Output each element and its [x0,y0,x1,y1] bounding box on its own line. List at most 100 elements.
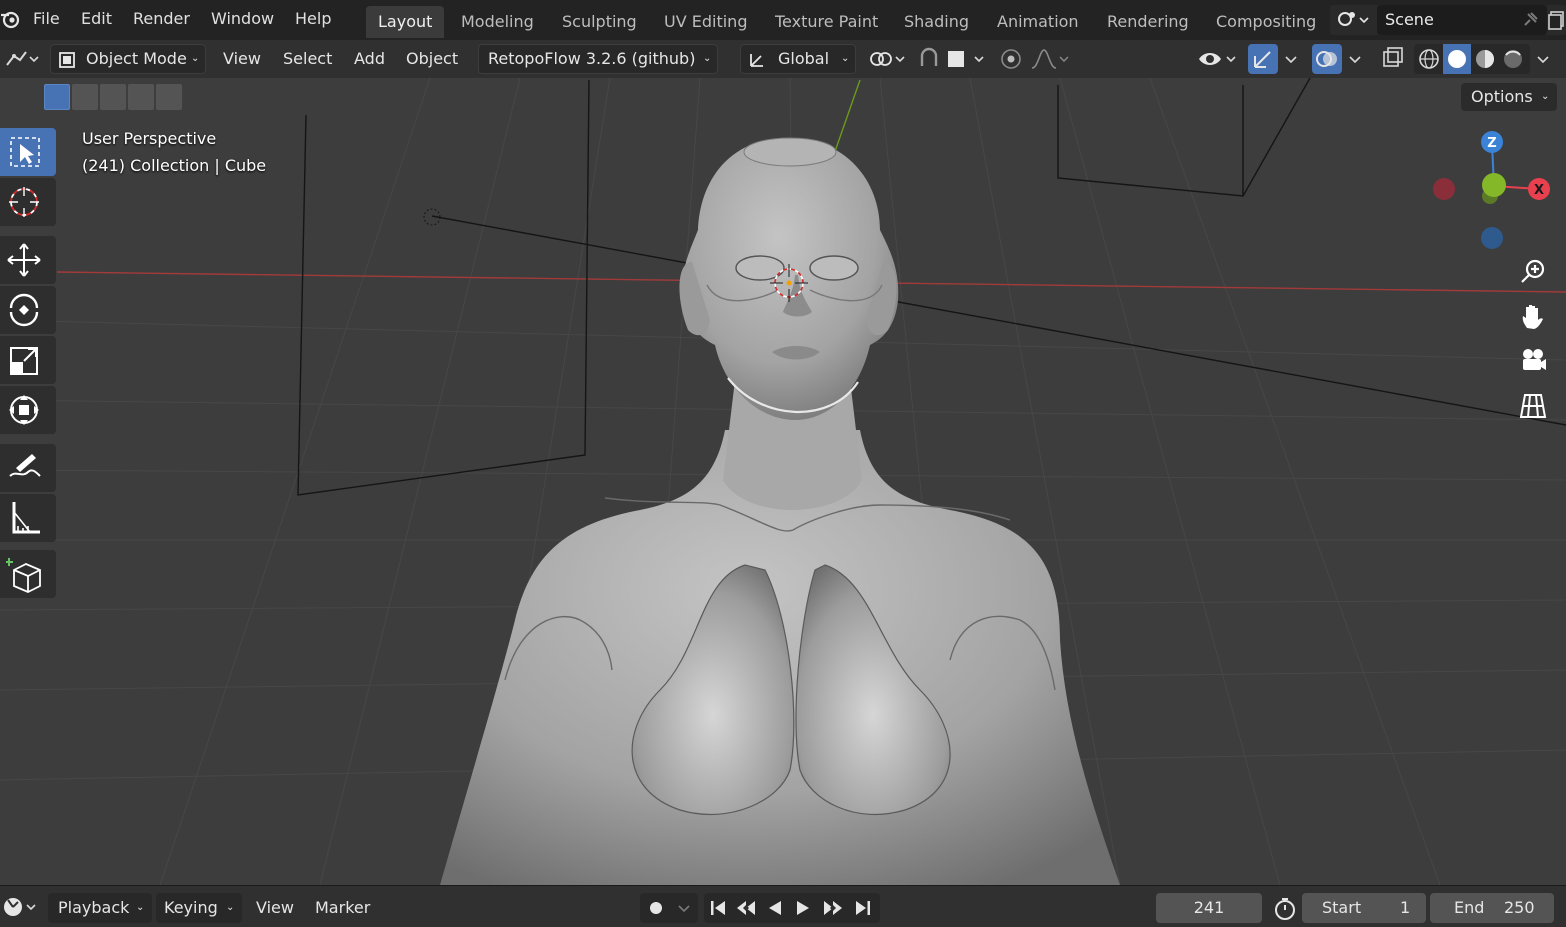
shading-modes [1414,44,1530,74]
3d-viewport[interactable]: Z X [0,78,1566,885]
new-scene-icon[interactable] [1548,10,1566,30]
proportional-falloff-icon[interactable] [1028,46,1072,72]
playback-menu[interactable]: Playback ⌄ [48,893,152,923]
jump-start-icon[interactable] [707,897,729,919]
select-intersect-button[interactable] [156,84,182,110]
solid-shading-icon [1448,50,1466,68]
auto-keying-group [640,893,698,923]
object-mode-icon [59,52,75,68]
select-box-icon [10,137,40,167]
transform-orientation-icon [750,54,763,67]
transform-tool[interactable] [0,386,56,434]
measure-tool[interactable] [0,494,56,542]
snap-icon[interactable] [916,46,942,72]
rotate-tool[interactable] [0,286,56,334]
chevron-down-icon[interactable] [1346,46,1366,72]
rotate-icon [9,293,39,327]
chevron-down-icon[interactable] [674,898,694,918]
menu-help[interactable]: Help [295,9,331,28]
tab-texture-paint[interactable]: Texture Paint [763,6,890,38]
tab-modeling[interactable]: Modeling [449,6,546,38]
play-reverse-icon[interactable] [764,897,786,919]
gizmo-toggle-button[interactable] [1248,44,1278,74]
start-frame-field[interactable]: Start 1 [1302,893,1426,923]
header-menu-object[interactable]: Object [406,44,458,74]
playback-label: Playback [58,898,130,917]
tab-compositing[interactable]: Compositing [1204,6,1328,38]
orientation-label: Global [778,49,830,68]
camera-object[interactable] [297,78,1566,496]
zoom-icon [1521,259,1545,283]
material-shading-icon[interactable] [1472,46,1498,72]
mode-dropdown[interactable]: Object Mode ⌄ [50,44,206,74]
pin-icon[interactable] [1520,10,1540,30]
keying-label: Keying [164,898,218,917]
keying-menu[interactable]: Keying ⌄ [156,893,242,923]
navigation-gizmo[interactable]: Z X [1420,126,1566,256]
timeline-menu-view[interactable]: View [256,893,294,923]
menu-window[interactable]: Window [211,9,274,28]
annotate-icon [9,454,41,477]
editor-type-icon[interactable] [4,48,40,70]
zoom-button[interactable] [1514,253,1552,291]
cursor-tool[interactable] [0,178,56,226]
tab-layout[interactable]: Layout [366,6,445,38]
menu-render[interactable]: Render [133,9,190,28]
character-mesh[interactable] [440,137,1120,885]
rendered-shading-icon[interactable] [1500,46,1526,72]
end-frame-field[interactable]: End 250 [1430,893,1554,923]
camera-view-button[interactable] [1514,342,1552,380]
options-label: Options [1471,87,1533,106]
header-menu-view[interactable]: View [223,44,261,74]
annotate-tool[interactable] [0,444,56,492]
current-frame-field[interactable]: 241 [1156,893,1262,923]
add-cube-tool[interactable] [0,550,56,598]
tab-shading[interactable]: Shading [892,6,981,38]
scale-tool[interactable] [0,336,56,384]
tab-animation[interactable]: Animation [985,6,1091,38]
play-icon[interactable] [792,897,814,919]
stopwatch-icon[interactable] [1272,896,1298,922]
chevron-down-icon[interactable] [1282,46,1302,72]
jump-end-icon[interactable] [852,897,874,919]
chevron-down-icon: ⌄ [703,53,712,64]
select-new-button[interactable] [44,84,70,110]
cursor-icon [9,187,39,217]
pan-button[interactable] [1514,298,1552,336]
proportional-editing-icon[interactable] [998,46,1024,72]
timeline-editor-type-icon[interactable] [2,894,38,920]
snap-target-icon[interactable] [944,46,990,72]
move-tool[interactable] [0,236,56,284]
end-value: 250 [1504,898,1535,917]
wireframe-shading-icon[interactable] [1416,46,1442,72]
pivot-point-icon[interactable] [866,46,906,72]
chevron-down-icon[interactable] [1534,46,1554,72]
scene-icon[interactable] [1334,8,1374,32]
select-invert-button[interactable] [128,84,154,110]
tab-rendering[interactable]: Rendering [1095,6,1201,38]
options-dropdown[interactable]: Options ⌄ [1461,83,1557,111]
select-extend-button[interactable] [72,84,98,110]
select-subtract-button[interactable] [100,84,126,110]
timeline-menu-marker[interactable]: Marker [315,893,370,923]
record-icon[interactable] [646,898,666,918]
orientation-dropdown[interactable]: Global ⌄ [740,44,856,74]
prev-keyframe-icon[interactable] [735,897,757,919]
header-menu-add[interactable]: Add [354,44,385,74]
menu-file[interactable]: File [33,9,60,28]
tab-sculpting[interactable]: Sculpting [550,6,649,38]
blender-logo-icon[interactable] [0,8,22,30]
pan-hand-icon [1522,305,1543,329]
xray-icon[interactable] [1380,46,1406,72]
ortho-toggle-button[interactable] [1514,387,1552,425]
overlays-toggle-button[interactable] [1312,44,1342,74]
retopoflow-menu[interactable]: RetopoFlow 3.2.6 (github) ⌄ [478,44,718,74]
solid-shading-button[interactable] [1443,44,1471,74]
next-keyframe-icon[interactable] [822,897,844,919]
select-box-tool[interactable] [0,128,56,176]
tab-uv-editing[interactable]: UV Editing [652,6,759,38]
measure-icon [12,502,40,534]
visibility-icon[interactable] [1196,46,1242,72]
header-menu-select[interactable]: Select [283,44,332,74]
menu-edit[interactable]: Edit [81,9,112,28]
